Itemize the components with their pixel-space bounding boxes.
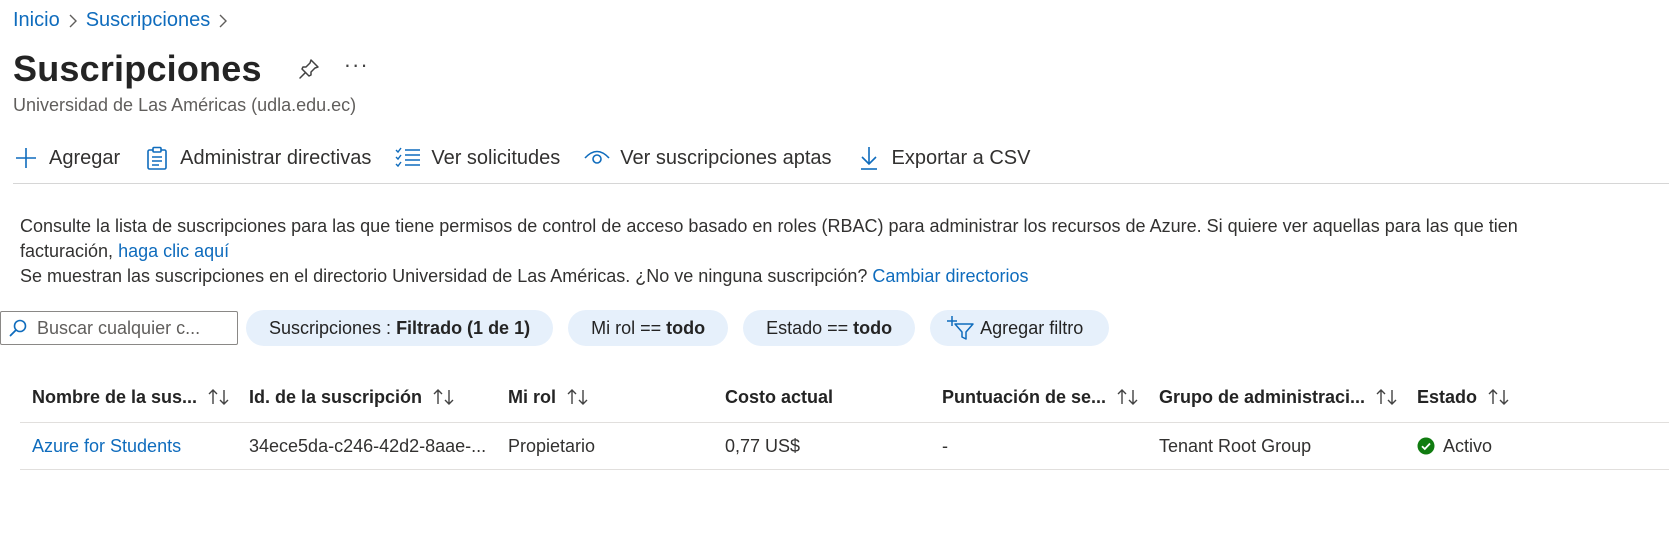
column-header-label: Costo actual [725, 386, 834, 407]
subscriptions-table: Nombre de la sus... Id. de la suscripció… [20, 372, 1669, 470]
column-header-management-group[interactable]: Grupo de administraci... [1147, 387, 1405, 408]
export-csv-button[interactable]: Exportar a CSV [856, 145, 1031, 171]
more-options-icon[interactable]: ··· [344, 52, 369, 78]
add-button-label: Agregar [49, 146, 121, 169]
cell-management-group: Tenant Root Group [1159, 435, 1312, 456]
description-line-1: Consulte la lista de suscripciones para … [20, 216, 1518, 236]
status-filter-pill[interactable]: Estado == todo [743, 310, 916, 346]
cell-id: 34ece5da-c246-42d2-8aae-... [249, 435, 487, 456]
view-requests-button[interactable]: Ver solicitudes [395, 145, 560, 171]
view-requests-label: Ver solicitudes [431, 146, 561, 169]
page-title: Suscripciones [13, 48, 262, 89]
cell-cost: 0,77 US$ [725, 435, 801, 456]
add-button[interactable]: Agregar [13, 145, 120, 171]
add-filter-button[interactable]: Agregar filtro [930, 310, 1110, 346]
download-icon [856, 145, 882, 171]
success-check-icon [1417, 437, 1435, 455]
toolbar-divider [13, 183, 1669, 184]
filter-bar: Suscripciones : Filtrado (1 de 1) Mi rol… [0, 310, 1124, 346]
role-filter-label: Mi rol == [591, 317, 662, 338]
search-input[interactable] [35, 316, 229, 340]
eye-icon [584, 145, 610, 171]
column-header-label: Mi rol [508, 386, 556, 407]
cell-name: Azure for Students [20, 436, 237, 457]
column-header-name[interactable]: Nombre de la sus... [20, 387, 237, 408]
subscriptions-filter-pill[interactable]: Suscripciones : Filtrado (1 de 1) [246, 310, 554, 346]
command-bar: Agregar Administrar directivas Ver solic… [13, 140, 1054, 176]
status-badge: Activo [1417, 436, 1669, 457]
subscription-name-link[interactable]: Azure for Students [32, 436, 181, 456]
column-header-id[interactable]: Id. de la suscripción [237, 387, 496, 408]
checklist-icon [395, 145, 421, 171]
cell-score: - [942, 435, 948, 456]
column-header-score[interactable]: Puntuación de se... [930, 387, 1147, 408]
sort-icon [1487, 388, 1511, 406]
search-icon [9, 319, 27, 337]
pin-icon[interactable] [296, 56, 322, 82]
chevron-right-icon [60, 11, 86, 31]
description-line-2: facturación, haga clic aquí [20, 239, 1669, 264]
cell-role: Propietario [508, 435, 596, 456]
add-filter-icon [946, 315, 974, 341]
column-header-label: Puntuación de se... [942, 386, 1107, 407]
column-header-role[interactable]: Mi rol [496, 387, 713, 408]
page-subtitle: Universidad de Las Américas (udla.edu.ec… [13, 95, 357, 115]
breadcrumb: Inicio Suscripciones [13, 9, 236, 32]
sort-icon [566, 388, 590, 406]
description: Consulte la lista de suscripciones para … [20, 214, 1669, 289]
breadcrumb-home-link[interactable]: Inicio [13, 9, 60, 32]
view-eligible-subscriptions-button[interactable]: Ver suscripciones aptas [584, 145, 832, 171]
subscriptions-filter-value: Filtrado (1 de 1) [396, 317, 531, 338]
title-row: Suscripciones ··· [13, 48, 369, 90]
subscriptions-filter-label: Suscripciones : [269, 317, 392, 338]
search-box[interactable] [0, 311, 238, 345]
sort-icon [1116, 388, 1140, 406]
breadcrumb-subscriptions-link[interactable]: Suscripciones [86, 9, 211, 32]
description-line-3: Se muestran las suscripciones en el dire… [20, 264, 1669, 289]
add-filter-label: Agregar filtro [980, 317, 1084, 338]
manage-policies-label: Administrar directivas [180, 146, 372, 169]
status-label: Activo [1443, 435, 1493, 456]
view-eligible-label: Ver suscripciones aptas [620, 146, 832, 169]
role-filter-value: todo [666, 317, 706, 338]
plus-icon [13, 145, 39, 171]
table-header: Nombre de la sus... Id. de la suscripció… [20, 372, 1669, 423]
column-header-label: Grupo de administraci... [1159, 386, 1366, 407]
column-header-label: Nombre de la sus... [32, 386, 198, 407]
description-line-2-text: facturación, [20, 241, 119, 261]
role-filter-pill[interactable]: Mi rol == todo [568, 310, 729, 346]
column-header-label: Estado [1417, 386, 1478, 407]
sort-icon [432, 388, 456, 406]
cell-status: Activo [1405, 436, 1669, 457]
change-directories-link[interactable]: Cambiar directorios [872, 266, 1028, 286]
description-line-3-text: Se muestran las suscripciones en el dire… [20, 266, 873, 286]
chevron-right-icon [210, 11, 236, 31]
click-here-link[interactable]: haga clic aquí [118, 241, 229, 261]
column-header-status[interactable]: Estado [1405, 387, 1669, 408]
status-filter-label: Estado == [766, 317, 849, 338]
sort-icon [207, 388, 231, 406]
table-row: Azure for Students 34ece5da-c246-42d2-8a… [20, 423, 1669, 470]
manage-policies-button[interactable]: Administrar directivas [144, 145, 371, 171]
column-header-label: Id. de la suscripción [249, 386, 423, 407]
status-filter-value: todo [853, 317, 893, 338]
column-header-cost[interactable]: Costo actual [713, 387, 930, 408]
clipboard-icon [144, 145, 170, 171]
sort-icon [1375, 388, 1399, 406]
export-csv-label: Exportar a CSV [891, 146, 1031, 169]
